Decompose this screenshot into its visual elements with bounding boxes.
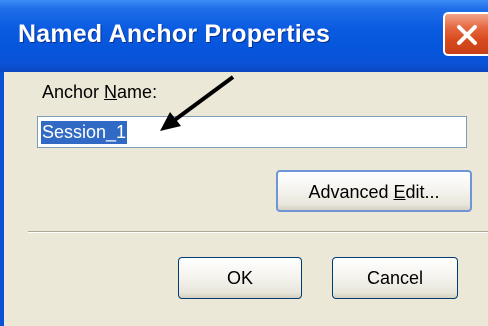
advanced-edit-label-mnemonic: E <box>393 182 406 202</box>
anchor-name-label-suffix: ame: <box>117 82 158 102</box>
anchor-name-value: Session_1 <box>41 121 128 144</box>
advanced-edit-label-suffix: dit... <box>405 182 440 202</box>
named-anchor-properties-dialog: Named Anchor Properties Anchor Name: Ses… <box>0 0 488 326</box>
window-left-border <box>0 72 4 326</box>
advanced-edit-label-prefix: Advanced <box>308 182 394 202</box>
close-icon <box>457 25 477 45</box>
close-button[interactable] <box>443 12 488 56</box>
advanced-edit-button[interactable]: Advanced Edit... <box>276 170 472 212</box>
title-bar[interactable]: Named Anchor Properties <box>0 0 488 72</box>
anchor-name-label-mnemonic: N <box>104 82 118 102</box>
anchor-name-label-prefix: Anchor <box>42 82 105 102</box>
separator-line <box>28 231 488 233</box>
ok-button[interactable]: OK <box>178 257 302 299</box>
anchor-name-input[interactable]: Session_1 <box>37 116 467 148</box>
dialog-title: Named Anchor Properties <box>18 20 331 48</box>
anchor-name-label: Anchor Name: <box>42 82 157 103</box>
cancel-button[interactable]: Cancel <box>332 257 458 299</box>
